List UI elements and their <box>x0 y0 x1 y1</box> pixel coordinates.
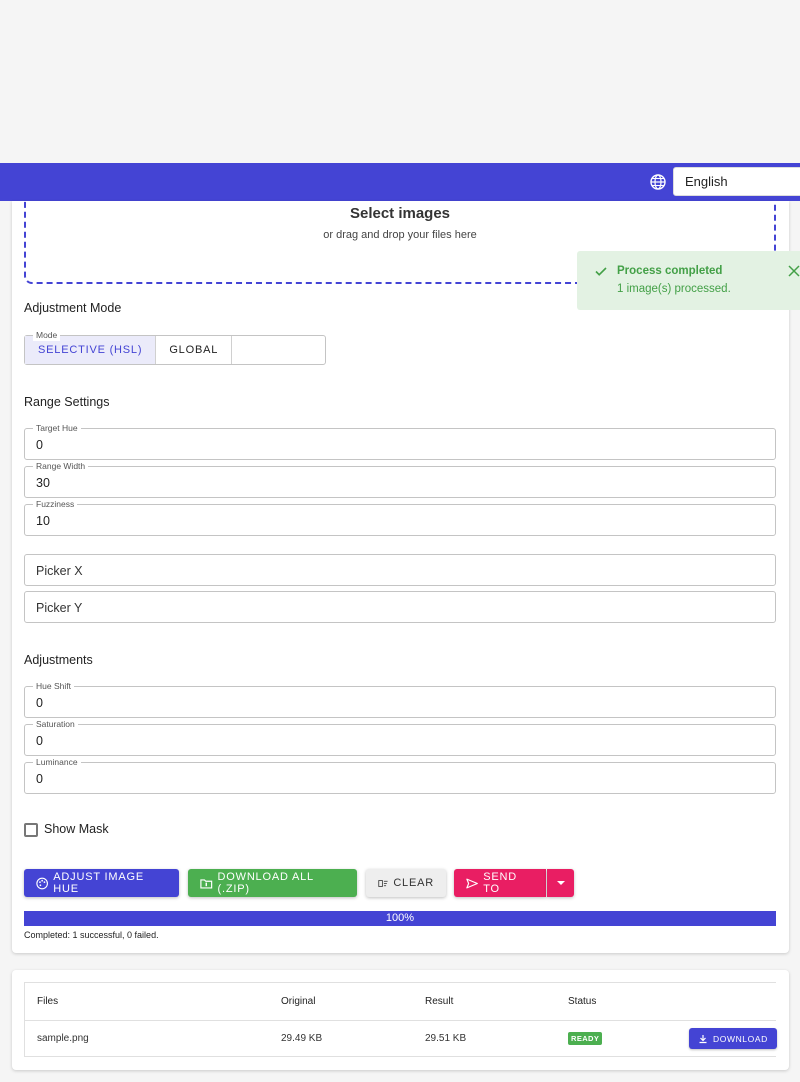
adjustment-mode-title: Adjustment Mode <box>24 301 122 315</box>
close-icon[interactable] <box>787 264 800 278</box>
mode-toggle-group: Mode SELECTIVE (HSL) GLOBAL <box>24 329 326 365</box>
picker-x-input[interactable]: Picker X <box>24 554 776 586</box>
picker-y-input[interactable]: Picker Y <box>24 591 776 623</box>
show-mask-checkbox[interactable] <box>24 823 38 837</box>
adjustments-title: Adjustments <box>24 653 93 667</box>
toast-message: 1 image(s) processed. <box>617 283 731 295</box>
download-icon <box>699 1034 707 1043</box>
status-badge: READY <box>568 1032 603 1045</box>
mode-global-button[interactable]: GLOBAL <box>156 336 233 364</box>
adjust-button-label: ADJUST IMAGE HUE <box>53 871 144 895</box>
hue-shift-field[interactable]: Hue Shift 0 <box>24 680 776 718</box>
dropzone-title: Select images <box>349 205 451 222</box>
col-result: Result <box>425 996 454 1007</box>
fuzziness-label: Fuzziness <box>33 498 78 510</box>
range-width-label: Range Width <box>33 460 89 472</box>
caret-down-icon <box>556 881 565 885</box>
range-settings-title: Range Settings <box>24 395 110 409</box>
mode-legend: Mode <box>33 329 61 341</box>
progress-status: Completed: 1 successful, 0 failed. <box>24 930 159 940</box>
show-mask-label: Show Mask <box>44 822 109 836</box>
clear-all-icon <box>378 879 388 887</box>
palette-icon <box>36 877 48 889</box>
download-button[interactable]: DOWNLOAD <box>689 1028 777 1049</box>
row-original: 29.49 KB <box>281 1033 323 1044</box>
hue-shift-value: 0 <box>36 696 43 710</box>
main-card: Select images or drag and drop your file… <box>12 197 789 953</box>
luminance-label: Luminance <box>33 756 81 768</box>
hue-shift-label: Hue Shift <box>33 680 74 692</box>
progress-bar: 100% <box>24 911 776 926</box>
results-table: Files Original Result Status sample.png … <box>24 982 777 1057</box>
fuzziness-field[interactable]: Fuzziness 10 <box>24 498 776 536</box>
col-status: Status <box>568 996 597 1007</box>
col-original: Original <box>281 996 316 1007</box>
folder-zip-icon <box>200 878 213 889</box>
clear-button[interactable]: CLEAR <box>366 869 446 897</box>
luminance-field[interactable]: Luminance 0 <box>24 756 776 794</box>
adjust-image-hue-button[interactable]: ADJUST IMAGE HUE <box>24 869 179 897</box>
clear-button-label: CLEAR <box>393 877 434 889</box>
send-to-button[interactable]: SEND TO <box>454 869 546 897</box>
luminance-value: 0 <box>36 772 43 786</box>
row-result: 29.51 KB <box>425 1033 467 1044</box>
picker-x-placeholder: Picker X <box>36 564 83 578</box>
send-to-label: SEND TO <box>483 871 517 895</box>
send-icon <box>466 878 478 888</box>
send-to-dropdown-button[interactable] <box>547 869 574 897</box>
download-all-label: DOWNLOAD ALL (.ZIP) <box>217 871 314 895</box>
top-bar: English <box>0 163 800 201</box>
results-card: Files Original Result Status sample.png … <box>12 970 789 1070</box>
col-files: Files <box>37 996 59 1007</box>
row-file: sample.png <box>37 1033 89 1044</box>
globe-icon[interactable] <box>650 174 666 190</box>
check-icon <box>595 267 607 276</box>
picker-y-placeholder: Picker Y <box>36 601 83 615</box>
progress-label: 100% <box>385 912 415 924</box>
saturation-field[interactable]: Saturation 0 <box>24 718 776 756</box>
fuzziness-value: 10 <box>36 514 50 528</box>
dropzone-subtitle: or drag and drop your files here <box>323 229 477 241</box>
target-hue-field[interactable]: Target Hue 0 <box>24 422 776 460</box>
saturation-value: 0 <box>36 734 43 748</box>
language-select[interactable]: English <box>673 167 800 196</box>
range-width-field[interactable]: Range Width 30 <box>24 460 776 498</box>
download-button-label: DOWNLOAD <box>713 1033 768 1044</box>
saturation-label: Saturation <box>33 718 78 730</box>
success-toast: Process completed 1 image(s) processed. <box>577 251 800 310</box>
target-hue-label: Target Hue <box>33 422 81 434</box>
target-hue-value: 0 <box>36 438 43 452</box>
download-all-zip-button[interactable]: DOWNLOAD ALL (.ZIP) <box>188 869 357 897</box>
range-width-value: 30 <box>36 476 50 490</box>
table-divider <box>25 1020 776 1021</box>
toast-title: Process completed <box>617 265 723 277</box>
